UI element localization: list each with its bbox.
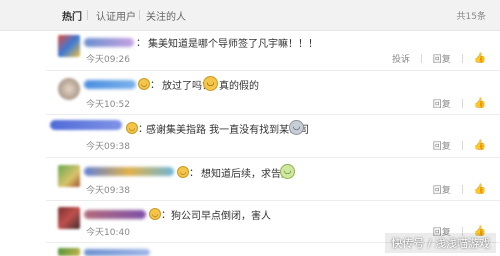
comment-count: 共15条 [456, 12, 486, 22]
divider [461, 141, 463, 150]
divider [46, 114, 500, 115]
comment-text: 感谢集美指路 我一直没有找到某公司 [146, 125, 310, 136]
avatar[interactable] [58, 78, 80, 100]
reply-button[interactable]: 回复 [433, 139, 451, 152]
comment-time: 今天09:38 [86, 142, 130, 152]
smile-emote-icon: ◡ [177, 166, 189, 178]
tab-hot[interactable]: 热门 [62, 8, 82, 23]
blushing-emote-icon: ◡ [289, 120, 304, 135]
username[interactable] [50, 120, 122, 130]
smile-emote-icon: ◡ [138, 78, 150, 90]
comment-text: 想知道后续，求告知 [201, 169, 291, 180]
thumbs-up-icon[interactable]: 👍 [474, 98, 486, 109]
thumbs-up-icon[interactable]: 👍 [474, 140, 486, 151]
thumbs-up-icon[interactable]: 👍 [474, 53, 486, 64]
comment-actions: 投诉 回复 👍 [384, 52, 486, 65]
divider [461, 54, 463, 63]
colon: ： [189, 168, 199, 179]
watermark: 快传号 / 浅浅喵游戏 [385, 233, 496, 253]
tab-divider [139, 10, 140, 20]
comment-text: 真的假的 [219, 81, 259, 92]
comment-time: 今天10:40 [86, 228, 130, 238]
comment-tab-bar: 热门 认证用户 关注的人 共15条 [0, 0, 500, 31]
reply-button[interactable]: 回复 [433, 97, 451, 110]
divider [46, 70, 500, 71]
reply-button[interactable]: 回复 [433, 183, 451, 196]
grin-emote-icon: ◡ [280, 164, 295, 179]
tab-divider [87, 10, 88, 20]
thumbs-up-icon[interactable]: 👍 [474, 184, 486, 195]
username[interactable] [84, 38, 134, 47]
comment-text: 集美知道是哪个导师签了凡宇嘛！！！ [148, 39, 318, 50]
avatar[interactable] [58, 207, 80, 229]
divider [46, 157, 500, 158]
report-button[interactable]: 投诉 [392, 52, 410, 65]
tab-verified-users[interactable]: 认证用户 [96, 8, 136, 23]
divider [461, 99, 463, 108]
smile-emote-icon: ◡ [149, 208, 161, 220]
divider [46, 200, 500, 201]
comment-text: 放过了吗? [162, 81, 208, 92]
colon: ： [150, 80, 160, 91]
comment-time: 今天09:38 [86, 186, 130, 196]
username[interactable] [84, 249, 150, 256]
username[interactable] [84, 210, 146, 219]
comment-text: 狗公司早点倒闭，害人 [171, 211, 271, 222]
divider [461, 185, 463, 194]
comment-actions: 回复 👍 [425, 139, 486, 152]
username[interactable] [84, 167, 174, 176]
avatar[interactable] [58, 248, 80, 256]
username[interactable] [84, 80, 136, 89]
comment-time: 今天09:26 [86, 55, 130, 65]
grin-emote-icon: ◡ [203, 76, 218, 91]
comment-time: 今天10:52 [86, 100, 130, 110]
avatar[interactable] [58, 35, 80, 57]
tab-following[interactable]: 关注的人 [146, 8, 186, 23]
avatar[interactable] [58, 165, 80, 187]
comment-actions: 回复 👍 [425, 183, 486, 196]
colon: ： [161, 210, 171, 221]
colon: ： [136, 38, 146, 49]
divider [420, 54, 422, 63]
comment-actions: 回复 👍 [425, 97, 486, 110]
smile-emote-icon: ◡ [126, 122, 138, 134]
reply-button[interactable]: 回复 [433, 52, 451, 65]
